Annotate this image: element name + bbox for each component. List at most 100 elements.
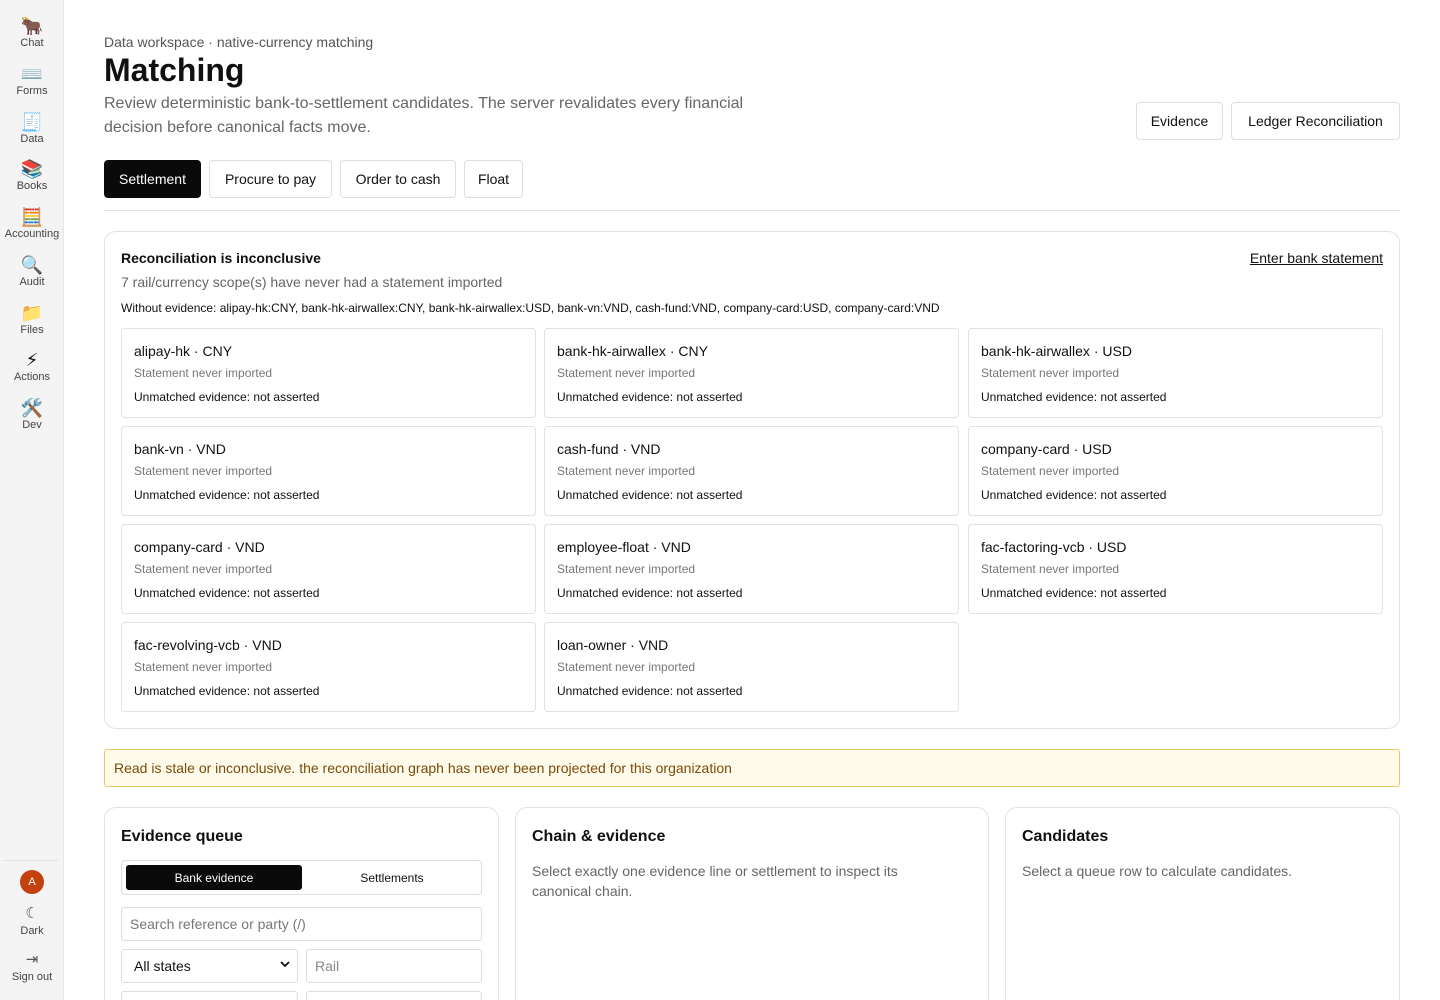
- tab-settlement[interactable]: Settlement: [104, 160, 201, 198]
- scope-unmatched: Unmatched evidence: not asserted: [557, 586, 743, 600]
- scope-name: loan-owner · VND: [557, 637, 669, 653]
- scope-name: employee-float · VND: [557, 539, 691, 555]
- scope-status: Statement never imported: [557, 464, 696, 478]
- state-select[interactable]: All states: [121, 949, 298, 983]
- scope-card[interactable]: employee-float · VND Statement never imp…: [544, 524, 959, 614]
- scope-name: alipay-hk · CNY: [134, 343, 233, 359]
- sidebar-item-actions[interactable]: ⚡ Actions: [0, 350, 64, 394]
- scope-card[interactable]: bank-hk-airwallex · USD Statement never …: [968, 328, 1383, 418]
- tab-procure-to-pay[interactable]: Procure to pay: [209, 160, 332, 198]
- dark-mode-toggle[interactable]: ☾ Dark: [0, 904, 64, 938]
- keyboard-icon: ⌨️: [20, 64, 44, 84]
- sidebar-item-books[interactable]: 📚 Books: [0, 159, 64, 203]
- tab-order-to-cash[interactable]: Order to cash: [340, 160, 456, 198]
- scope-card[interactable]: company-card · VND Statement never impor…: [121, 524, 536, 614]
- evidence-queue-title: Evidence queue: [121, 828, 243, 845]
- ledger-reconciliation-button[interactable]: Ledger Reconciliation: [1231, 102, 1400, 140]
- abacus-icon: 🧮: [20, 207, 44, 227]
- scope-card[interactable]: alipay-hk · CNY Statement never imported…: [121, 328, 536, 418]
- scope-name: bank-hk-airwallex · USD: [981, 343, 1132, 359]
- scope-card[interactable]: company-card · USD Statement never impor…: [968, 426, 1383, 516]
- scope-card[interactable]: loan-owner · VND Statement never importe…: [544, 622, 959, 712]
- sidebar-item-label: Files: [20, 324, 44, 336]
- scope-card[interactable]: fac-revolving-vcb · VND Statement never …: [121, 622, 536, 712]
- sign-out-label: Sign out: [11, 971, 53, 983]
- receipt-icon: 🧾: [20, 112, 44, 132]
- sidebar-item-data[interactable]: 🧾 Data: [0, 112, 64, 156]
- page-description: Review deterministic bank-to-settlement …: [104, 95, 744, 136]
- sidebar-item-chat[interactable]: 🐂 Chat: [0, 16, 64, 60]
- state-select-value: All states: [134, 958, 191, 974]
- scope-unmatched: Unmatched evidence: not asserted: [134, 488, 320, 502]
- avatar[interactable]: A: [20, 870, 44, 894]
- chevron-down-icon: [279, 958, 291, 973]
- breadcrumb: Data workspace · native-currency matchin…: [104, 34, 374, 50]
- sidebar-item-files[interactable]: 📁 Files: [0, 303, 64, 347]
- scope-card[interactable]: fac-factoring-vcb · USD Statement never …: [968, 524, 1383, 614]
- scope-name: bank-vn · VND: [134, 441, 226, 457]
- ox-icon: 🐂: [20, 16, 44, 36]
- bank-evidence-tab[interactable]: Bank evidence: [126, 865, 302, 890]
- scope-status: Statement never imported: [134, 660, 273, 674]
- sidebar-item-label: Data: [20, 133, 44, 145]
- sidebar: 🐂 Chat ⌨️ Forms 🧾 Data 📚 Books 🧮 Account…: [0, 0, 64, 1000]
- scope-status: Statement never imported: [134, 366, 273, 380]
- scope-card[interactable]: bank-vn · VND Statement never imported U…: [121, 426, 536, 516]
- chain-evidence-panel: Chain & evidence Select exactly one evid…: [515, 807, 989, 1000]
- sign-out-button[interactable]: ⇥ Sign out: [0, 950, 64, 984]
- sidebar-item-label: Dev: [22, 419, 42, 431]
- folder-icon: 📁: [20, 303, 44, 323]
- sign-out-icon: ⇥: [25, 951, 39, 968]
- search-input[interactable]: [121, 907, 482, 941]
- sidebar-item-audit[interactable]: 🔍 Audit: [0, 255, 64, 299]
- reconciliation-panel: Reconciliation is inconclusive Enter ban…: [104, 231, 1400, 729]
- scope-unmatched: Unmatched evidence: not asserted: [557, 390, 743, 404]
- scope-status: Statement never imported: [557, 562, 696, 576]
- books-icon: 📚: [20, 159, 44, 179]
- scope-card[interactable]: cash-fund · VND Statement never imported…: [544, 426, 959, 516]
- sidebar-item-label: Books: [16, 180, 48, 192]
- sidebar-item-forms[interactable]: ⌨️ Forms: [0, 64, 64, 108]
- candidates-hint: Select a queue row to calculate candidat…: [1022, 863, 1293, 879]
- evidence-queue-panel: Evidence queue Bank evidence Settlements…: [104, 807, 499, 1000]
- evidence-button[interactable]: Evidence: [1136, 102, 1223, 140]
- dark-mode-label: Dark: [20, 925, 44, 937]
- scope-name: fac-revolving-vcb · VND: [134, 637, 282, 653]
- sidebar-item-label: Forms: [16, 85, 48, 97]
- scope-unmatched: Unmatched evidence: not asserted: [134, 684, 320, 698]
- filter-field[interactable]: [306, 991, 482, 1000]
- sidebar-item-label: Chat: [20, 37, 44, 49]
- scope-name: bank-hk-airwallex · CNY: [557, 343, 708, 359]
- scope-unmatched: Unmatched evidence: not asserted: [557, 488, 743, 502]
- scope-name: fac-factoring-vcb · USD: [981, 539, 1127, 555]
- page-title: Matching: [104, 52, 245, 88]
- lightning-icon: ⚡: [25, 350, 39, 370]
- sidebar-item-accounting[interactable]: 🧮 Accounting: [0, 207, 64, 251]
- candidates-title: Candidates: [1022, 828, 1109, 845]
- magnifier-icon: 🔍: [20, 255, 44, 275]
- scope-status: Statement never imported: [981, 464, 1120, 478]
- tabs-divider: [104, 210, 1400, 211]
- rail-input[interactable]: [306, 949, 482, 983]
- scope-unmatched: Unmatched evidence: not asserted: [557, 684, 743, 698]
- scope-unmatched: Unmatched evidence: not asserted: [134, 390, 320, 404]
- scope-unmatched: Unmatched evidence: not asserted: [981, 390, 1167, 404]
- candidates-panel: Candidates Select a queue row to calcula…: [1005, 807, 1400, 1000]
- chain-evidence-hint: Select exactly one evidence line or sett…: [532, 863, 898, 899]
- scope-unmatched: Unmatched evidence: not asserted: [134, 586, 320, 600]
- sidebar-divider: [4, 860, 59, 861]
- sidebar-item-dev[interactable]: 🛠️ Dev: [0, 398, 64, 442]
- scope-card[interactable]: bank-hk-airwallex · CNY Statement never …: [544, 328, 959, 418]
- reconciliation-title: Reconciliation is inconclusive: [121, 250, 321, 266]
- evidence-type-switch: Bank evidence Settlements: [121, 860, 482, 895]
- tab-float[interactable]: Float: [464, 160, 523, 198]
- scope-status: Statement never imported: [557, 660, 696, 674]
- settlements-tab[interactable]: Settlements: [306, 865, 478, 890]
- without-evidence-list: Without evidence: alipay-hk:CNY, bank-hk…: [121, 301, 940, 315]
- scope-name: cash-fund · VND: [557, 441, 661, 457]
- scope-unmatched: Unmatched evidence: not asserted: [981, 488, 1167, 502]
- filter-field[interactable]: [121, 991, 298, 1000]
- scope-status: Statement never imported: [981, 366, 1120, 380]
- sidebar-item-label: Accounting: [4, 228, 60, 240]
- enter-bank-statement-link[interactable]: Enter bank statement: [1250, 250, 1383, 266]
